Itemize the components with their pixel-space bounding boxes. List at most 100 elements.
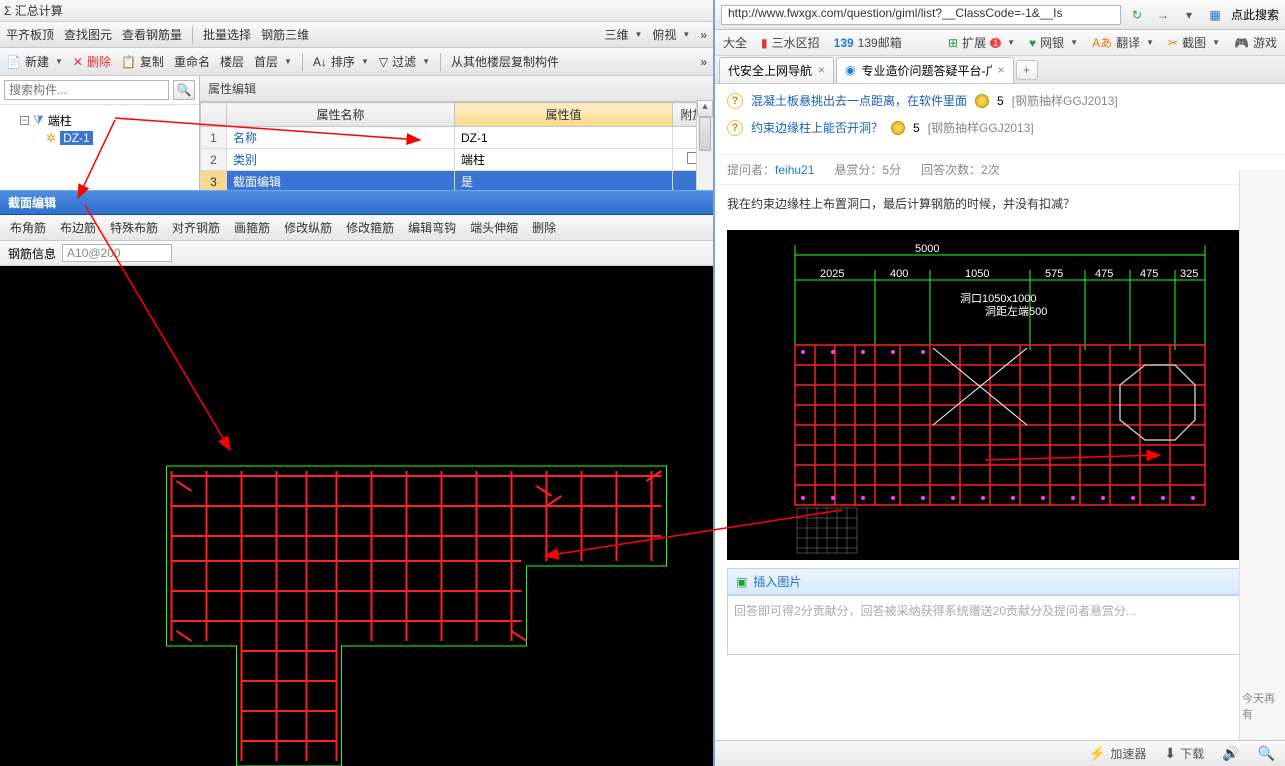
mod-long-button[interactable]: 修改纵筋 [284,219,332,236]
url-input[interactable]: http://www.fwxgx.com/question/giml/list?… [721,5,1121,25]
tree-node-root[interactable]: − ⧩ 端柱 [6,111,193,130]
label: 翻译 [1116,34,1140,51]
volume-button[interactable]: 🔊 [1222,745,1239,762]
search-hint[interactable]: 点此搜索 [1231,6,1279,23]
prop-value[interactable]: 端柱 [454,149,672,171]
batch-sel-button[interactable]: 批量选择 [203,26,251,43]
sort-button[interactable]: A↓排序▼ [313,53,369,70]
search-input[interactable] [4,80,169,100]
question-link[interactable]: 混凝土板悬挑出去一点距离，在软件里面 [751,92,967,109]
game-button[interactable]: 🎮游戏 [1234,34,1277,51]
section-toolbar: 布角筋 布边筋 特殊布筋 对齐钢筋 画箍筋 修改纵筋 修改箍筋 编辑弯钩 端头伸… [0,215,713,241]
corner-rebar-button[interactable]: 布角筋 [10,219,46,236]
mail-icon: 139 [834,36,854,50]
dropdown-icon[interactable]: ▾ [1179,5,1199,25]
question-image: 5000 2025 400 1050 575 475 475 325 洞口105… [727,230,1273,560]
draw-stirrup-button[interactable]: 画箍筋 [234,219,270,236]
label: 查看钢筋量 [122,26,182,43]
rename-button[interactable]: 重命名 [174,53,210,70]
bolt-icon: ⚡ [1089,745,1106,762]
question-item[interactable]: ? 约束边缘柱上能否开洞？ 5 [钢筋抽样GGJ2013] [727,119,1273,136]
refresh-button[interactable]: ↻ [1127,5,1147,25]
question-tag: [钢筋抽样GGJ2013] [928,119,1034,136]
go-button[interactable]: → [1153,5,1173,25]
sum-calc-button[interactable]: Σ 汇总计算 [4,2,63,19]
property-title: 属性编辑 [200,76,713,102]
tab-bar: 代安全上网导航 × ◉ 专业造价问题答疑平台-广联达 × + [715,56,1285,84]
answer-toolbar: ▣ 插入图片 [727,568,1273,595]
rownum: 1 [201,127,227,149]
table-row[interactable]: 2 类别 端柱 [201,149,713,171]
component-tree: − ⧩ 端柱 ✲ DZ-1 [0,105,199,152]
chevron-down-icon: ▼ [1212,38,1220,47]
download-button[interactable]: ⬇下载 [1164,745,1204,762]
close-icon[interactable]: × [998,63,1005,77]
extensions-button[interactable]: ⊞扩展1▼ [948,34,1015,51]
label: 139邮箱 [858,34,902,51]
screenshot-button[interactable]: ✂截图▼ [1168,34,1220,51]
separator [302,53,303,71]
bird-view-button[interactable]: 俯视▼ [652,26,690,43]
collapse-icon[interactable]: − [20,116,29,125]
translate-button[interactable]: Aあ翻译▼ [1092,34,1154,51]
asker-name[interactable]: feihu21 [775,163,814,177]
volume-icon: 🔊 [1222,745,1239,762]
section-editor: 截面编辑 布角筋 布边筋 特殊布筋 对齐钢筋 画箍筋 修改纵筋 修改箍筋 编辑弯… [0,190,713,766]
new-button[interactable]: 📄新建▼ [6,53,63,70]
delete-button[interactable]: ✕删除 [73,53,111,70]
search-button[interactable]: 🔍 [173,80,195,100]
accelerator-button[interactable]: ⚡加速器 [1089,745,1146,762]
bookmark-sanshui[interactable]: ▮三水区招 [761,34,820,51]
tab-fwxgx[interactable]: ◉ 专业造价问题答疑平台-广联达 × [836,57,1014,83]
page-content: ? 混凝土板悬挑出去一点距离，在软件里面 5 [钢筋抽样GGJ2013] ? 约… [715,84,1285,740]
zoom-button[interactable]: 🔍 [1258,745,1275,762]
view-rebar-button[interactable]: 查看钢筋量 [122,26,182,43]
side-rebar-button[interactable]: 布边筋 [60,219,96,236]
dim: 1050 [965,268,989,280]
mod-stirrup-button[interactable]: 修改箍筋 [346,219,394,236]
filter-button[interactable]: ▽过滤▼ [379,53,430,70]
rebar-info-input[interactable] [62,244,172,262]
flat-top-button[interactable]: 平齐板顶 [6,26,54,43]
puzzle-icon: ⊞ [948,36,958,50]
prop-value[interactable]: DZ-1 [454,127,672,149]
tree-node-dz1[interactable]: ✲ DZ-1 [6,130,193,146]
tab-nav[interactable]: 代安全上网导航 × [719,57,834,83]
rebar-3d-button[interactable]: 钢筋三维 [261,26,309,43]
overflow-button[interactable]: » [700,55,707,69]
chevron-down-icon: ▼ [361,57,369,66]
table-row[interactable]: 1 名称 DZ-1 [201,127,713,149]
cad-canvas[interactable] [0,266,713,766]
find-elem-button[interactable]: 查找图元 [64,26,112,43]
copy-from-other-button[interactable]: 从其他楼层复制构件 [451,53,559,70]
new-tab-button[interactable]: + [1016,60,1038,80]
points: 5 [997,94,1004,108]
delete-button[interactable]: 删除 [532,219,556,236]
question-item[interactable]: ? 混凝土板悬挑出去一点距离，在软件里面 5 [钢筋抽样GGJ2013] [727,92,1273,109]
close-icon[interactable]: × [818,63,825,77]
rownum: 2 [201,149,227,171]
special-rebar-button[interactable]: 特殊布筋 [110,219,158,236]
bookmark-139mail[interactable]: 139 139邮箱 [834,34,902,51]
bank-button[interactable]: ♥网银▼ [1029,34,1078,51]
scroll-up-button[interactable]: ▲ [697,100,713,117]
answer-textarea[interactable]: 回答即可得2分贡献分，回答被采纳获得系统赠送20贡献分及提问者悬赏分... [727,595,1273,655]
floor-dropdown[interactable]: 楼层 [220,53,244,70]
first-floor-dropdown[interactable]: 首层▼ [254,53,292,70]
label: 首层 [254,53,278,70]
question-tag: [钢筋抽样GGJ2013] [1012,92,1118,109]
table-header: 属性名称 属性值 附加 [201,103,713,127]
end-extend-button[interactable]: 端头伸缩 [470,219,518,236]
scroll-thumb[interactable] [699,117,711,151]
insert-image-button[interactable]: 插入图片 [753,573,801,590]
edit-hook-button[interactable]: 编辑弯钩 [408,219,456,236]
label: 游戏 [1253,34,1277,51]
align-rebar-button[interactable]: 对齐钢筋 [172,219,220,236]
three-d-button[interactable]: 三维▼ [604,26,642,43]
bookmark-daquan[interactable]: 大全 [723,34,747,51]
copy-button[interactable]: 📋复制 [121,53,164,70]
question-link[interactable]: 约束边缘柱上能否开洞？ [751,119,883,136]
question-meta: 提问者：feihu21 悬赏分：5分 回答次数：2次 [715,154,1285,185]
label: 查找图元 [64,26,112,43]
overflow-button[interactable]: » [700,28,707,42]
